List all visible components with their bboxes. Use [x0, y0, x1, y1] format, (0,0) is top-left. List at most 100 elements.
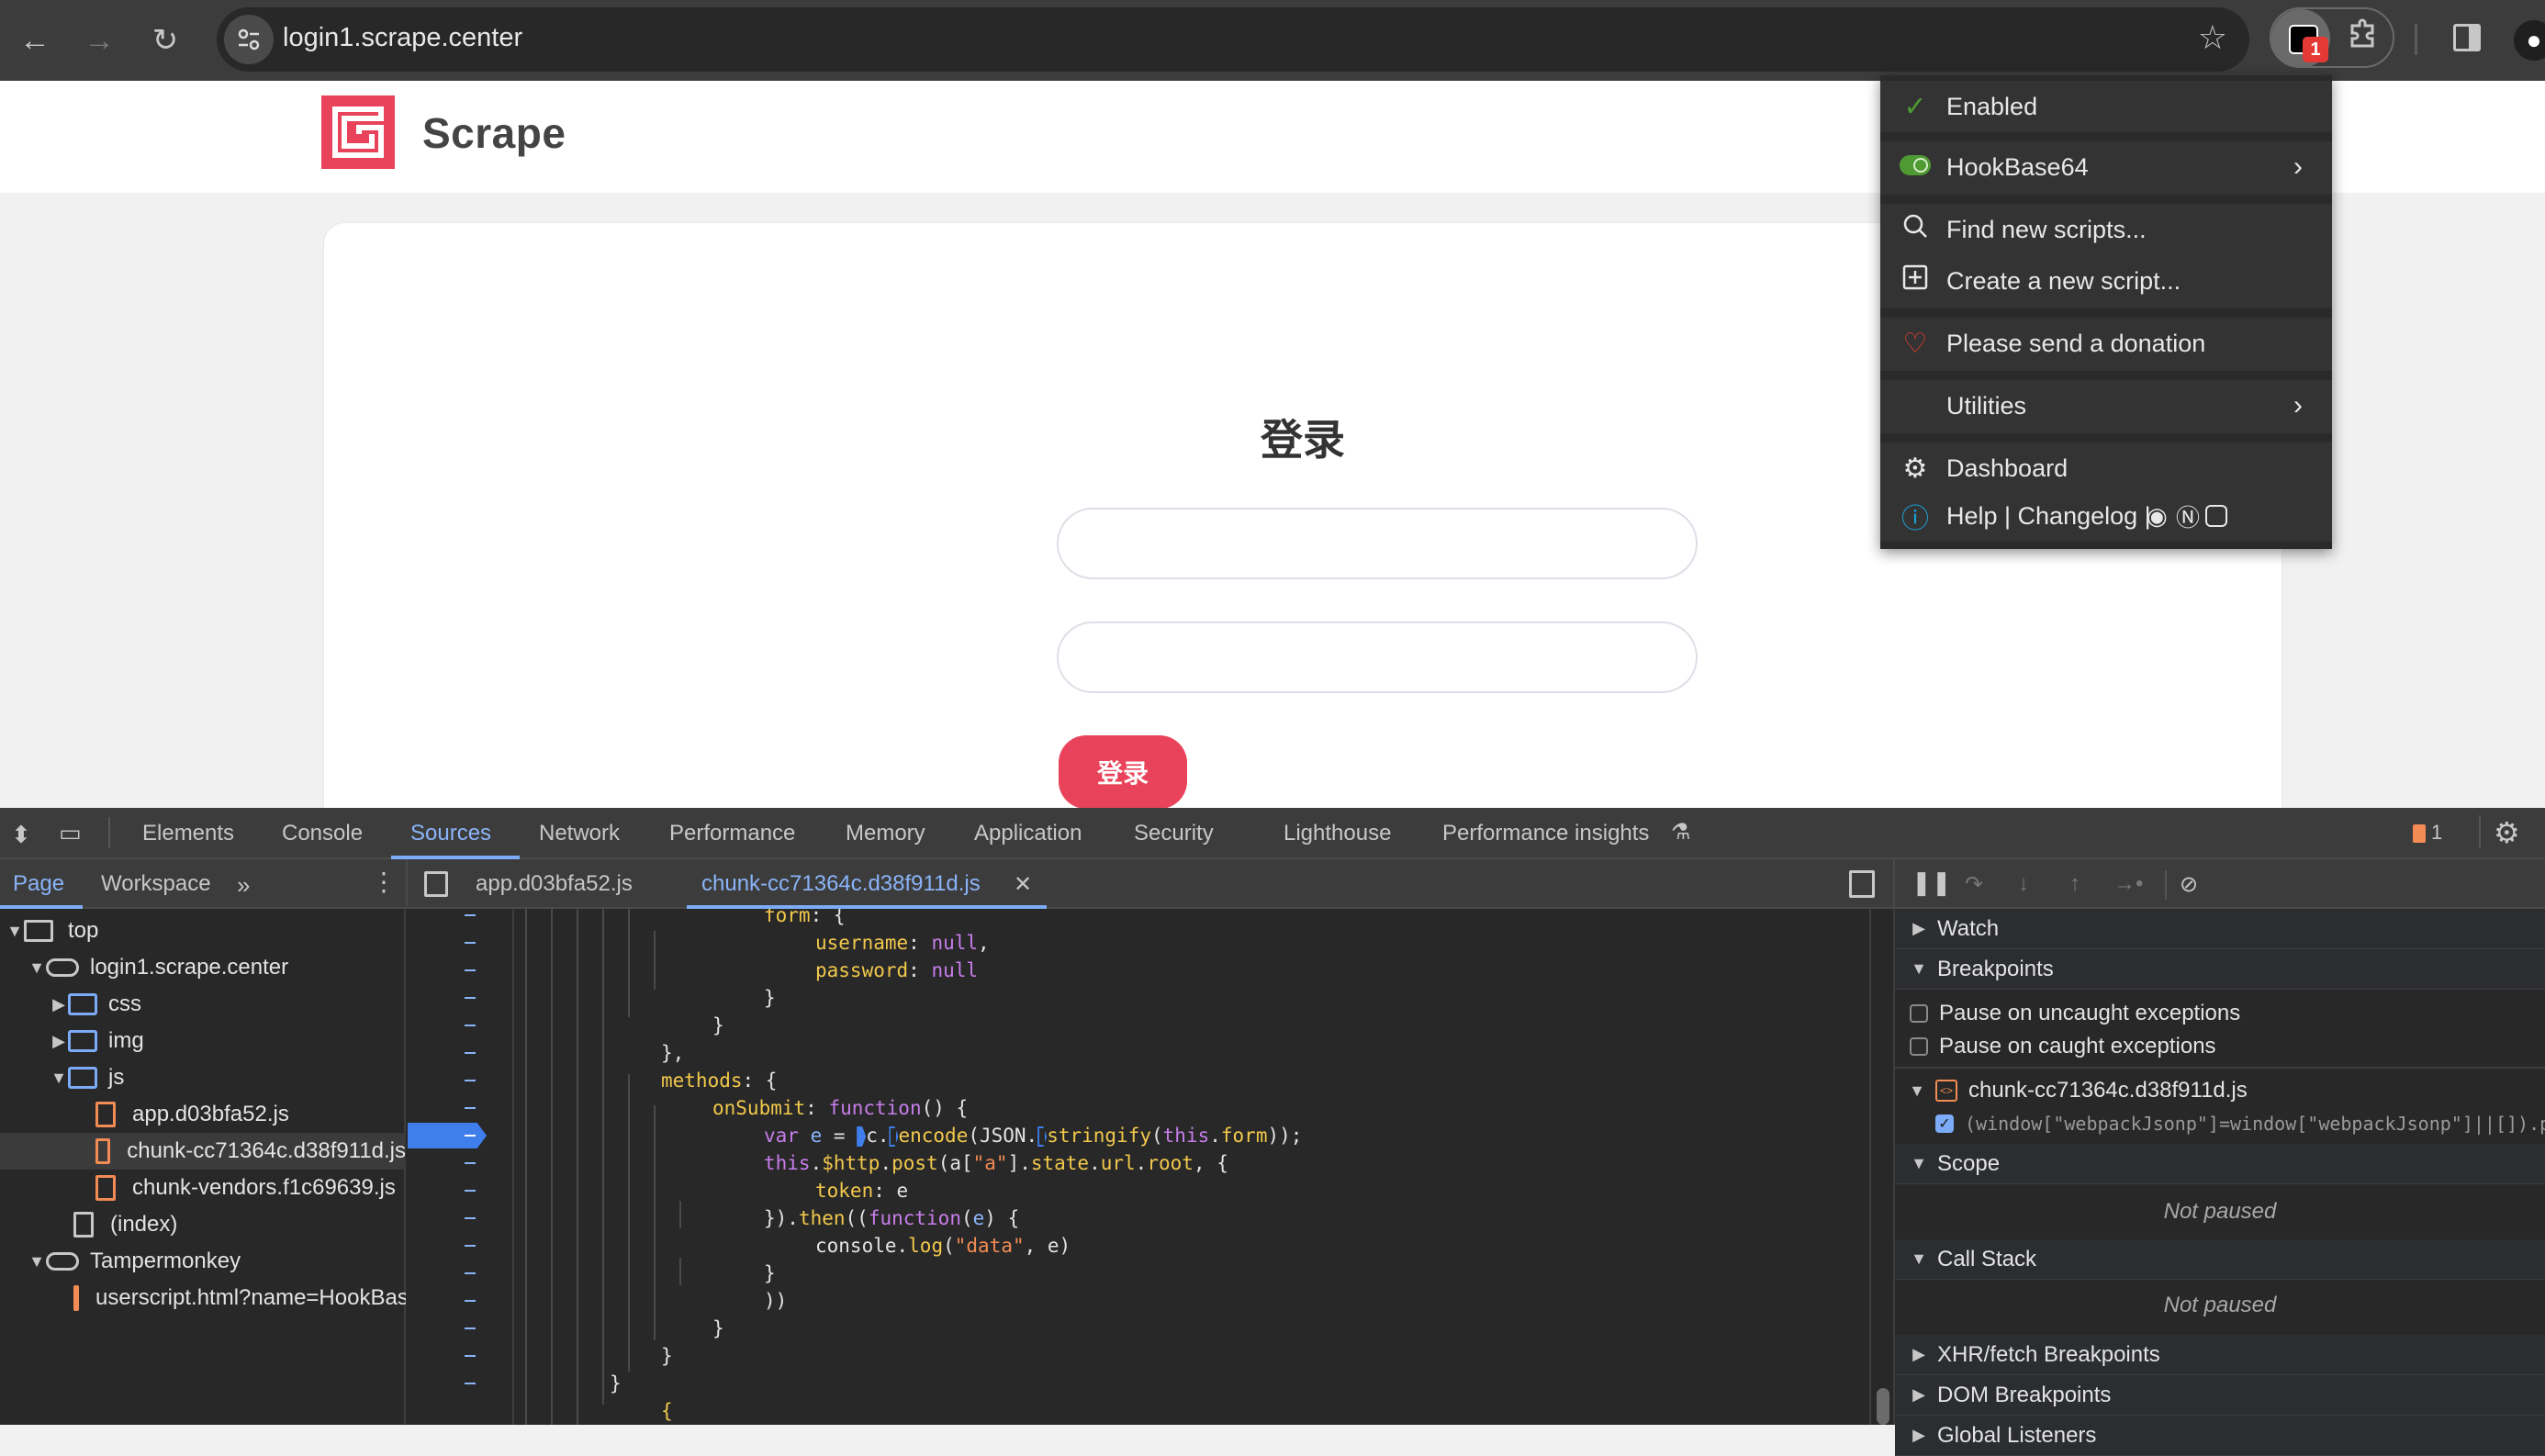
menu-item-dashboard[interactable]: ⚙ Dashboard	[1880, 442, 2332, 494]
line-marker[interactable]	[465, 1272, 476, 1274]
step-out-icon[interactable]: ↑	[2069, 871, 2080, 897]
tree-item-chunk-js[interactable]: chunk-cc71364c.d38f911d.js	[0, 1133, 406, 1170]
tab-application[interactable]: Application	[974, 821, 1082, 846]
tree-item-tampermonkey[interactable]: ▼ Tampermonkey	[0, 1243, 406, 1280]
tree-item-js[interactable]: ▼ js	[0, 1059, 406, 1096]
line-marker[interactable]	[465, 1025, 476, 1026]
step-into-icon[interactable]: ↓	[2018, 871, 2029, 897]
menu-item-find-scripts[interactable]: Find new scripts...	[1880, 204, 2332, 255]
menu-item-hookbase64[interactable]: HookBase64 ›	[1880, 141, 2332, 193]
line-marker[interactable]	[465, 969, 476, 971]
tab-elements[interactable]: Elements	[142, 821, 234, 846]
code-scrollbar[interactable]	[1869, 909, 1891, 1425]
tampermonkey-button[interactable]: 1	[2271, 9, 2330, 68]
section-dom-breakpoints[interactable]: ▶ DOM Breakpoints	[1895, 1375, 2545, 1416]
tab-sources[interactable]: Sources	[410, 821, 491, 846]
section-global-listeners[interactable]: ▶ Global Listeners	[1895, 1416, 2545, 1456]
facebook-icon[interactable]: Ⓝ	[2176, 499, 2200, 533]
line-marker[interactable]	[465, 1355, 476, 1357]
pause-icon[interactable]: ❚❚	[1912, 868, 1952, 897]
section-breakpoints[interactable]: ▼ Breakpoints	[1895, 949, 2545, 990]
scrape-logo-icon[interactable]	[321, 95, 395, 169]
pause-caught-checkbox[interactable]	[1910, 1037, 1928, 1056]
menu-item-enabled[interactable]: ✓ Enabled	[1880, 81, 2332, 132]
bookmark-star-icon[interactable]: ☆	[2198, 18, 2227, 57]
line-marker[interactable]	[465, 942, 476, 944]
line-marker[interactable]	[465, 997, 476, 999]
inline-breakpoint-icon[interactable]	[857, 1126, 867, 1147]
more-options-icon[interactable]: ⋮	[371, 867, 397, 897]
back-icon[interactable]: ←	[13, 18, 57, 62]
tree-item-app-js[interactable]: app.d03bfa52.js	[0, 1096, 406, 1133]
menu-item-utilities[interactable]: Utilities ›	[1880, 380, 2332, 431]
line-marker[interactable]	[465, 914, 476, 916]
section-scope[interactable]: ▼ Scope	[1895, 1144, 2545, 1184]
step-over-icon[interactable]: ↷	[1965, 871, 1983, 898]
file-tab-chunk[interactable]: chunk-cc71364c.d38f911d.js	[701, 871, 981, 897]
tree-item-top[interactable]: ▼ top	[0, 913, 406, 949]
line-marker[interactable]	[465, 1190, 476, 1192]
more-tabs-chevron-icon[interactable]: »	[237, 871, 250, 900]
tab-network[interactable]: Network	[539, 821, 620, 846]
tree-item-vendors-js[interactable]: chunk-vendors.f1c69639.js	[0, 1170, 406, 1206]
address-bar[interactable]: login1.scrape.center ☆	[217, 7, 2249, 72]
nav-tab-workspace[interactable]: Workspace	[101, 871, 211, 897]
inline-breakpoint-icon[interactable]	[889, 1126, 899, 1147]
tab-memory[interactable]: Memory	[846, 821, 925, 846]
line-marker[interactable]	[465, 1217, 476, 1219]
code-editor[interactable]: form: { username: null, password: null }…	[516, 909, 1866, 1425]
pause-uncaught-checkbox[interactable]	[1910, 1004, 1928, 1023]
inline-breakpoint-icon[interactable]	[1037, 1126, 1048, 1147]
side-panel-icon[interactable]	[2453, 24, 2481, 51]
username-input[interactable]	[1057, 508, 1698, 579]
line-marker[interactable]	[465, 1162, 476, 1164]
github-icon[interactable]: ◉	[2147, 502, 2168, 531]
menu-label[interactable]: Help | Changelog |	[1946, 502, 2151, 531]
line-gutter[interactable]	[408, 909, 514, 1425]
line-marker[interactable]	[465, 1245, 476, 1247]
line-marker[interactable]	[465, 1300, 476, 1302]
file-tab-app[interactable]: app.d03bfa52.js	[476, 871, 633, 897]
bp-entry-row[interactable]: ✓ (window["webpackJsonp"]=window["webpack…	[1935, 1113, 2545, 1135]
bp-enabled-checkbox[interactable]: ✓	[1935, 1114, 1954, 1133]
tree-item-css[interactable]: ▶ css	[0, 986, 406, 1023]
menu-item-create-script[interactable]: Create a new script...	[1880, 255, 2332, 307]
password-input[interactable]	[1057, 622, 1698, 693]
deactivate-breakpoints-icon[interactable]: ⊘	[2180, 871, 2198, 898]
tree-item-img[interactable]: ▶ img	[0, 1023, 406, 1059]
line-marker[interactable]	[465, 1107, 476, 1109]
tree-item-domain[interactable]: ▼ login1.scrape.center	[0, 949, 406, 986]
toggle-debugger-icon[interactable]	[1849, 870, 1875, 898]
device-toggle-icon[interactable]: ▭	[59, 819, 82, 847]
line-marker[interactable]	[465, 1080, 476, 1081]
profile-icon[interactable]: ●	[2514, 20, 2545, 61]
brand-name[interactable]: Scrape	[422, 108, 566, 158]
section-call-stack[interactable]: ▼ Call Stack	[1895, 1239, 2545, 1280]
tree-item-userscript[interactable]: userscript.html?name=HookBase64	[0, 1280, 406, 1316]
pause-caught-row[interactable]: Pause on caught exceptions	[1910, 1034, 2216, 1059]
step-icon[interactable]: →•	[2113, 871, 2143, 897]
breakpoint-marker[interactable]	[408, 1123, 487, 1148]
nav-tab-page[interactable]: Page	[13, 871, 64, 897]
line-marker[interactable]	[465, 1052, 476, 1054]
tree-item-index[interactable]: (index)	[0, 1206, 406, 1243]
tab-lighthouse[interactable]: Lighthouse	[1284, 821, 1391, 846]
bp-file-row[interactable]: ▼ <> chunk-cc71364c.d38f911d.js	[1908, 1078, 2248, 1103]
tab-security[interactable]: Security	[1134, 821, 1214, 846]
instagram-icon[interactable]	[2205, 505, 2227, 527]
section-xhr-breakpoints[interactable]: ▶ XHR/fetch Breakpoints	[1895, 1335, 2545, 1375]
login-button[interactable]: 登录	[1059, 735, 1187, 809]
settings-gear-icon[interactable]: ⚙	[2494, 815, 2520, 850]
section-watch[interactable]: ▶ Watch	[1895, 909, 2545, 949]
tab-performance-insights[interactable]: Performance insights	[1442, 821, 1649, 846]
inspect-element-icon[interactable]: ⬍	[11, 821, 31, 849]
close-tab-icon[interactable]: ✕	[1014, 871, 1032, 898]
pause-uncaught-row[interactable]: Pause on uncaught exceptions	[1910, 1001, 2240, 1026]
reload-icon[interactable]: ↻	[143, 18, 187, 62]
forward-icon[interactable]: →	[77, 18, 121, 62]
toggle-navigator-icon[interactable]	[424, 871, 448, 897]
toggle-on-icon[interactable]	[1899, 151, 1932, 183]
menu-item-help[interactable]: ⓘ Help | Changelog | ◉ Ⓝ	[1880, 490, 2332, 542]
issues-count[interactable]: 1	[2431, 821, 2442, 845]
tab-console[interactable]: Console	[282, 821, 363, 846]
